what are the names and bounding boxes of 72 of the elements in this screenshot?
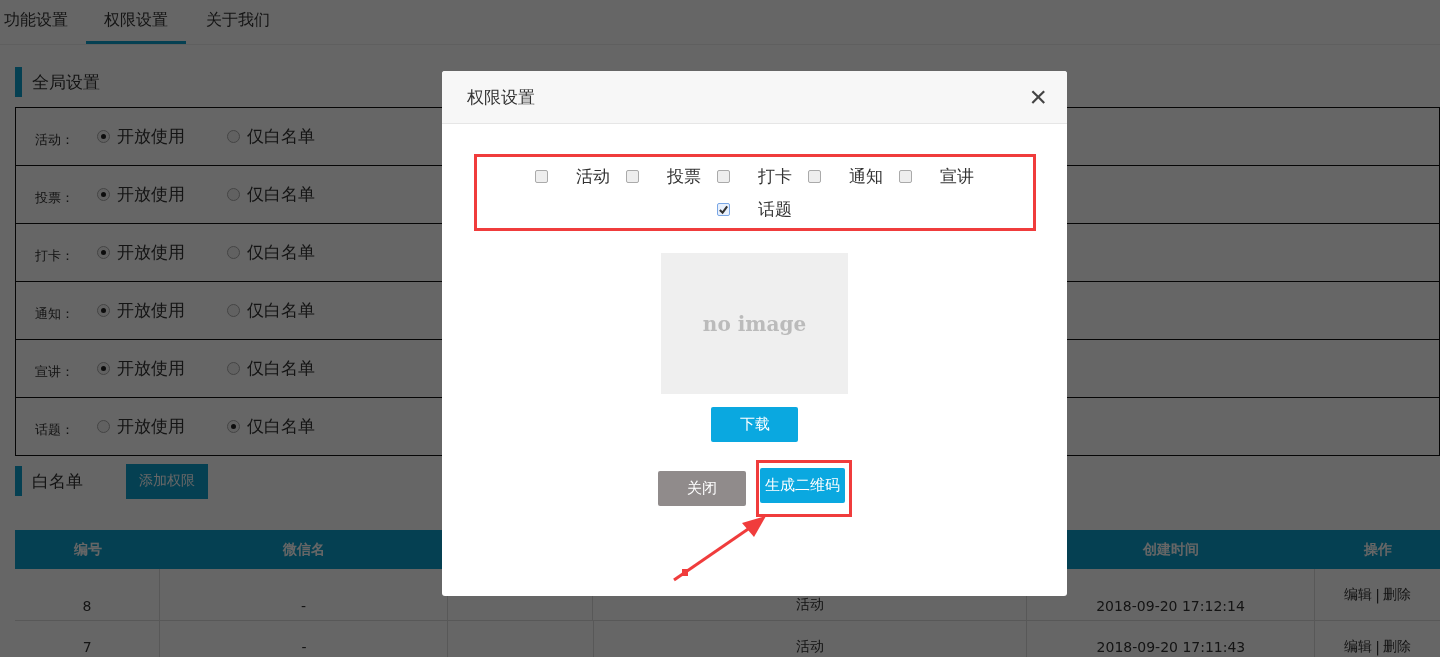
table-cell: 2018-09-20 17:11:43 (1096, 638, 1246, 655)
radio-label: 仅白名单 (247, 241, 315, 264)
setting-label: 活动： (35, 130, 75, 149)
radio-label: 仅白名单 (247, 183, 315, 206)
separator: | (1375, 586, 1380, 603)
radio-label: 仅白名单 (247, 299, 315, 322)
table-cell: - (301, 638, 307, 655)
column-header: 操作 (1363, 540, 1392, 559)
checkbox[interactable] (808, 170, 821, 183)
table-cell: - (300, 598, 307, 614)
checkbox[interactable] (717, 203, 730, 216)
setting-label: 话题： (35, 420, 75, 439)
radio-button[interactable] (97, 246, 110, 259)
column-header: 创建时间 (1143, 540, 1199, 559)
checkbox[interactable] (717, 170, 730, 183)
checkbox-label: 投票 (667, 166, 701, 186)
radio-label: 开放使用 (117, 241, 185, 264)
setting-label: 通知： (35, 304, 75, 323)
radio-button[interactable] (97, 304, 110, 317)
radio-label: 开放使用 (117, 415, 185, 438)
table-cell: 2018-09-20 17:12:14 (1096, 598, 1245, 614)
radio-label: 仅白名单 (247, 415, 315, 438)
tab[interactable]: 权限设置 (86, 0, 186, 44)
radio-label: 开放使用 (117, 183, 185, 206)
checkbox-label: 通知 (849, 166, 883, 186)
tab[interactable]: 关于我们 (188, 0, 288, 44)
section-marker (15, 67, 22, 97)
radio-label: 开放使用 (117, 357, 185, 380)
radio-button[interactable] (97, 188, 110, 201)
column-header: 编号 (73, 540, 102, 559)
dialog-title: 权限设置 (467, 85, 535, 109)
table-cell: 活动 (796, 637, 825, 656)
checkbox-label: 宣讲 (940, 166, 974, 186)
table-cell: 7 (82, 638, 92, 655)
radio-button[interactable] (227, 130, 240, 143)
radio-label: 仅白名单 (247, 125, 315, 148)
radio-button[interactable] (227, 304, 240, 317)
add-permission-button[interactable]: 添加权限 (126, 463, 208, 499)
radio-button[interactable] (97, 130, 110, 143)
edit-link[interactable]: 编辑 (1344, 585, 1373, 604)
radio-label: 仅白名单 (247, 357, 315, 380)
setting-label: 打卡： (35, 246, 75, 265)
separator: | (1375, 638, 1381, 655)
close-button[interactable]: 关闭 (658, 471, 746, 506)
radio-button[interactable] (227, 420, 240, 433)
radio-label: 开放使用 (117, 125, 185, 148)
download-button[interactable]: 下载 (711, 407, 798, 442)
delete-link[interactable]: 删除 (1382, 585, 1411, 604)
radio-button[interactable] (97, 420, 110, 433)
delete-link[interactable]: 删除 (1383, 637, 1412, 656)
checkbox[interactable] (899, 170, 912, 183)
generate-qr-button[interactable]: 生成二维码 (760, 468, 845, 503)
section-title: 白名单 (32, 469, 83, 493)
checkbox-label: 话题 (758, 199, 792, 219)
radio-button[interactable] (97, 362, 110, 375)
section-title: 全局设置 (32, 70, 100, 94)
table-cell: 活动 (795, 596, 824, 614)
column-header: 微信名 (283, 540, 325, 559)
checkbox-label: 打卡 (758, 166, 792, 186)
setting-label: 宣讲： (35, 362, 75, 381)
setting-label: 投票： (35, 188, 75, 207)
radio-button[interactable] (227, 362, 240, 375)
checkbox[interactable] (626, 170, 639, 183)
tab[interactable]: 功能设置 (0, 0, 84, 44)
radio-button[interactable] (227, 188, 240, 201)
checkbox-label: 活动 (576, 166, 610, 186)
edit-link[interactable]: 编辑 (1344, 637, 1373, 656)
radio-label: 开放使用 (117, 299, 185, 322)
checkbox[interactable] (535, 170, 548, 183)
radio-button[interactable] (227, 246, 240, 259)
table-cell: 8 (82, 598, 92, 614)
section-marker (15, 466, 22, 496)
